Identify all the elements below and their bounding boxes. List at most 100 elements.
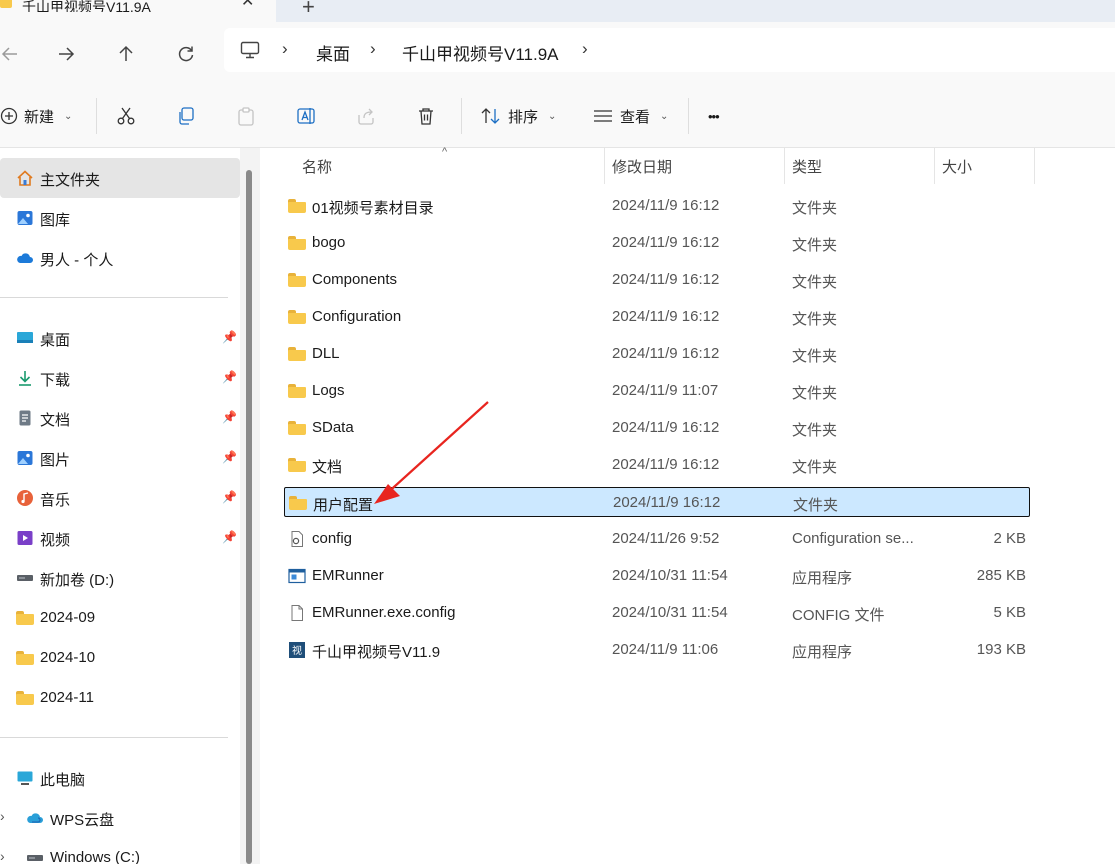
folder-icon (16, 691, 34, 705)
sidebar-item-folder-2024-09[interactable]: 2024-09 (0, 598, 240, 638)
file-row[interactable]: Components 2024/11/9 16:12 文件夹 (284, 265, 1030, 295)
sidebar-item-downloads[interactable]: 下载 📌 (0, 358, 240, 398)
close-tab-icon[interactable]: ✕ (241, 0, 254, 10)
column-header-type[interactable]: 类型 (792, 148, 822, 184)
file-type: 文件夹 (792, 200, 838, 217)
copy-icon (179, 107, 194, 125)
onedrive-cloud-icon (17, 253, 33, 263)
file-date: 2024/11/9 16:12 (612, 308, 720, 325)
pin-icon[interactable]: 📌 (222, 490, 237, 504)
file-row[interactable]: Configuration 2024/11/9 16:12 文件夹 (284, 302, 1030, 332)
paste-button[interactable] (236, 100, 256, 132)
file-row[interactable]: bogo 2024/11/9 16:12 文件夹 (284, 228, 1030, 258)
file-type: 应用程序 (792, 644, 853, 661)
copy-button[interactable] (176, 100, 196, 132)
file-row[interactable]: DLL 2024/11/9 16:12 文件夹 (284, 339, 1030, 369)
document-icon (19, 410, 31, 426)
file-row[interactable]: 视千山甲视频号V11.9 2024/11/9 11:06 应用程序 193 KB (284, 635, 1030, 665)
sort-button[interactable]: 排序 ⌄ (480, 100, 556, 132)
file-row[interactable]: EMRunner 2024/10/31 11:54 应用程序 285 KB (284, 561, 1030, 591)
file-row[interactable]: Logs 2024/11/9 11:07 文件夹 (284, 376, 1030, 406)
up-button[interactable] (110, 38, 142, 70)
sidebar-item-documents[interactable]: 文档 📌 (0, 398, 240, 438)
file-type: 文件夹 (792, 274, 838, 291)
file-row[interactable]: 用户配置 2024/11/9 16:12 文件夹 (284, 487, 1030, 517)
sidebar-item-videos[interactable]: 视频 📌 (0, 518, 240, 558)
column-divider[interactable] (1034, 148, 1035, 184)
sidebar-item-label: 视频 (40, 532, 71, 549)
rename-button[interactable] (296, 100, 318, 132)
column-header-date[interactable]: 修改日期 (612, 148, 672, 184)
sidebar-scrollbar[interactable] (246, 170, 252, 864)
breadcrumb-current-folder[interactable]: 千山甲视频号V11.9A (402, 40, 559, 65)
sidebar-item-music[interactable]: 音乐 📌 (0, 478, 240, 518)
chevron-right-icon[interactable]: › (0, 848, 5, 864)
sidebar-item-label: 新加卷 (D:) (40, 572, 115, 589)
folder-icon (288, 421, 306, 435)
arrow-left-icon (1, 47, 17, 61)
new-tab-button[interactable]: + (302, 0, 315, 20)
new-button[interactable]: 新建 ⌄ (0, 100, 72, 132)
sidebar-item-wps-cloud[interactable]: › WPS云盘 (0, 798, 240, 838)
sidebar-item-folder-2024-11[interactable]: 2024-11 (0, 678, 240, 718)
navigation-bar: › 桌面 › 千山甲视频号V11.9A › (0, 22, 1115, 86)
sidebar-item-this-pc[interactable]: 此电脑 (0, 758, 240, 798)
sidebar-item-home[interactable]: 主文件夹 (0, 158, 240, 198)
breadcrumb-separator: › (282, 39, 288, 58)
sidebar-item-onedrive[interactable]: 男人 - 个人 (0, 238, 240, 278)
breadcrumb-separator[interactable]: › (582, 39, 588, 59)
sidebar-item-drive-d[interactable]: 新加卷 (D:) (0, 558, 240, 598)
more-options-button[interactable]: ••• (708, 100, 720, 132)
navigation-pane: 主文件夹 图库 男人 - 个人 桌面 📌 下载 📌 文档 📌 图片 📌 音乐 📌… (0, 148, 258, 864)
chevron-right-icon[interactable]: › (0, 808, 5, 824)
file-row[interactable]: 01视频号素材目录 2024/11/9 16:12 文件夹 (284, 191, 1030, 221)
sidebar-divider (0, 737, 228, 738)
monitor-icon (240, 41, 260, 59)
plus-circle-icon (0, 107, 18, 125)
sidebar-item-gallery[interactable]: 图库 (0, 198, 240, 238)
file-type: 文件夹 (792, 311, 838, 328)
folder-icon (288, 310, 306, 324)
file-row[interactable]: EMRunner.exe.config 2024/10/31 11:54 CONFI… (284, 598, 1030, 628)
breadcrumb-separator: › (370, 39, 376, 58)
address-bar[interactable]: › 桌面 › 千山甲视频号V11.9A › (224, 28, 1115, 72)
music-icon (17, 490, 33, 506)
cut-button[interactable] (116, 100, 136, 132)
trash-icon (419, 108, 433, 125)
delete-button[interactable] (416, 100, 436, 132)
file-type: 文件夹 (792, 237, 838, 254)
forward-button[interactable] (50, 38, 82, 70)
column-divider[interactable] (604, 148, 605, 184)
pin-icon[interactable]: 📌 (222, 450, 237, 464)
file-date: 2024/11/9 11:07 (612, 382, 719, 399)
column-header-name[interactable]: 名称 (302, 148, 332, 184)
sidebar-item-drive-c[interactable]: › Windows (C:) (0, 838, 240, 864)
file-name: 千山甲视频号V11.9 (312, 644, 441, 661)
share-button[interactable] (356, 100, 376, 132)
pin-icon[interactable]: 📌 (222, 530, 237, 544)
breadcrumb-desktop[interactable]: 桌面 (316, 40, 350, 65)
pin-icon[interactable]: 📌 (222, 410, 237, 424)
column-header-size[interactable]: 大小 (942, 148, 972, 184)
sidebar-divider (0, 297, 228, 298)
pin-icon[interactable]: 📌 (222, 370, 237, 384)
sidebar-item-label: 2024-09 (40, 609, 96, 626)
column-divider[interactable] (934, 148, 935, 184)
file-row[interactable]: 文档 2024/11/9 16:12 文件夹 (284, 450, 1030, 480)
file-type: 文件夹 (792, 348, 838, 365)
view-button[interactable]: 查看 ⌄ (592, 100, 668, 132)
config-file-icon (291, 531, 303, 547)
column-divider[interactable] (784, 148, 785, 184)
file-date: 2024/11/9 16:12 (612, 456, 720, 473)
refresh-button[interactable] (170, 38, 202, 70)
command-bar: 新建 ⌄ 排序 ⌄ 查看 ⌄ ••• (0, 86, 1115, 148)
sidebar-item-pictures[interactable]: 图片 📌 (0, 438, 240, 478)
view-button-label: 查看 (620, 108, 651, 126)
pin-icon[interactable]: 📌 (222, 330, 237, 344)
back-button[interactable] (0, 38, 26, 70)
sidebar-item-folder-2024-10[interactable]: 2024-10 (0, 638, 240, 678)
file-row[interactable]: config 2024/11/26 9:52 Configuration se...… (284, 524, 1030, 554)
file-row[interactable]: SData 2024/11/9 16:12 文件夹 (284, 413, 1030, 443)
tab-active[interactable]: 千山甲视频号V11.9A ✕ (0, 0, 276, 22)
sidebar-item-desktop[interactable]: 桌面 📌 (0, 318, 240, 358)
